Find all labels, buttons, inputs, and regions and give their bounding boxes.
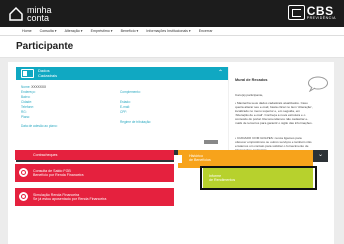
simulacao-label: Simulação Renda Financeira Se já estou a… [33,193,106,201]
minha-conta-logo[interactable]: minha conta [8,3,52,25]
contracheques-label: Contracheques [33,153,58,157]
top-header: minha conta CBS PREVIDÊNCIA [0,0,344,27]
field-data-adesao: Data de adesão ao plano: [21,124,58,128]
speech-bubble-icon [308,76,328,92]
field-endereco: Endereço: [21,90,36,94]
field-cidade: Cidade: [21,100,32,104]
historico-label: Histórico de Benefícios [189,154,211,162]
cbs-logo: CBS PREVIDÊNCIA [287,5,336,21]
search-icon [19,192,28,201]
consulta-saldo-tile[interactable]: Consulta de Saldo FGB Benefício por Rend… [15,164,174,182]
main-nav: Home Consulta ▾ Alteração ▾ Empréstimo ▾… [0,27,344,36]
field-email: E-mail: [120,105,130,109]
cbs-text: CBS PREVIDÊNCIA [307,5,336,21]
search-icon [19,168,28,177]
field-complemento: Complemento: [120,90,141,94]
informe-rendimentos-tile[interactable]: Informe de Rendimentos [203,168,313,188]
field-bairro: Bairro: [21,95,31,99]
dados-cadastrais-header[interactable]: Dados Cadastrais ⌃ [16,67,228,80]
nav-emprestimo[interactable]: Empréstimo ▾ [91,29,113,33]
mural-paragraph-1: • Mantenha seus dados cadastrais atualiz… [235,101,313,125]
informe-line2: de Rendimentos [209,178,236,182]
mural-title: Mural de Recados [235,78,268,82]
dc-title-line2: Cadastrais [38,72,58,78]
nav-alteracao[interactable]: Alteração ▾ [65,29,83,33]
historico-line2: de Benefícios [189,158,211,162]
field-nome: Nome: XXXXXXX [21,85,46,89]
consulta-line2: Benefício por Renda Financeira [33,173,84,177]
informe-label: Informe de Rendimentos [209,174,235,182]
nav-informacoes[interactable]: Informações Institucionais ▾ [146,29,190,33]
simulacao-line2: Se já estou aposentado por Renda Finance… [33,197,107,201]
field-estado: Estado: [120,100,131,104]
document-icon [174,155,182,163]
field-rg: RG: [21,110,27,114]
nav-home[interactable]: Home [22,29,32,33]
edit-button[interactable] [204,140,218,144]
field-regime: Regime de tributação: [120,120,152,124]
house-icon [9,6,23,21]
page: minha conta CBS PREVIDÊNCIA Home Consult… [0,0,344,244]
consulta-label: Consulta de Saldo FGB Benefício por Rend… [33,169,84,177]
chevron-down-icon[interactable]: ⌄ [318,152,323,158]
chevron-up-icon[interactable]: ⌃ [218,70,223,76]
cbs-mark-icon [287,5,305,21]
page-title: Participante [16,41,74,52]
title-bar: Participante [0,36,344,58]
dados-cadastrais-title: Dados Cadastrais [38,68,58,78]
simulacao-renda-tile[interactable]: Simulação Renda Financeira Se já estou a… [15,188,174,206]
brand-sub: PREVIDÊNCIA [306,16,336,20]
field-plano: Plano: [21,115,31,119]
field-telefone: Telefone: [21,105,34,109]
logo-text: minha conta [27,6,52,23]
nav-encerrar[interactable]: Encerrar [199,29,213,33]
field-value: XXXXXXX [31,85,47,89]
mural-greeting: Caro(a) participante, [235,93,264,97]
id-card-icon [21,69,34,78]
nav-beneficio[interactable]: Benefício ▾ [121,29,139,33]
field-cpf: CPF: [120,110,128,114]
field-label: Nome: [21,85,31,89]
contracheques-tile[interactable]: Contracheques [15,150,174,160]
logo-line2: conta [27,13,50,23]
nav-consulta[interactable]: Consulta ▾ [40,29,57,33]
